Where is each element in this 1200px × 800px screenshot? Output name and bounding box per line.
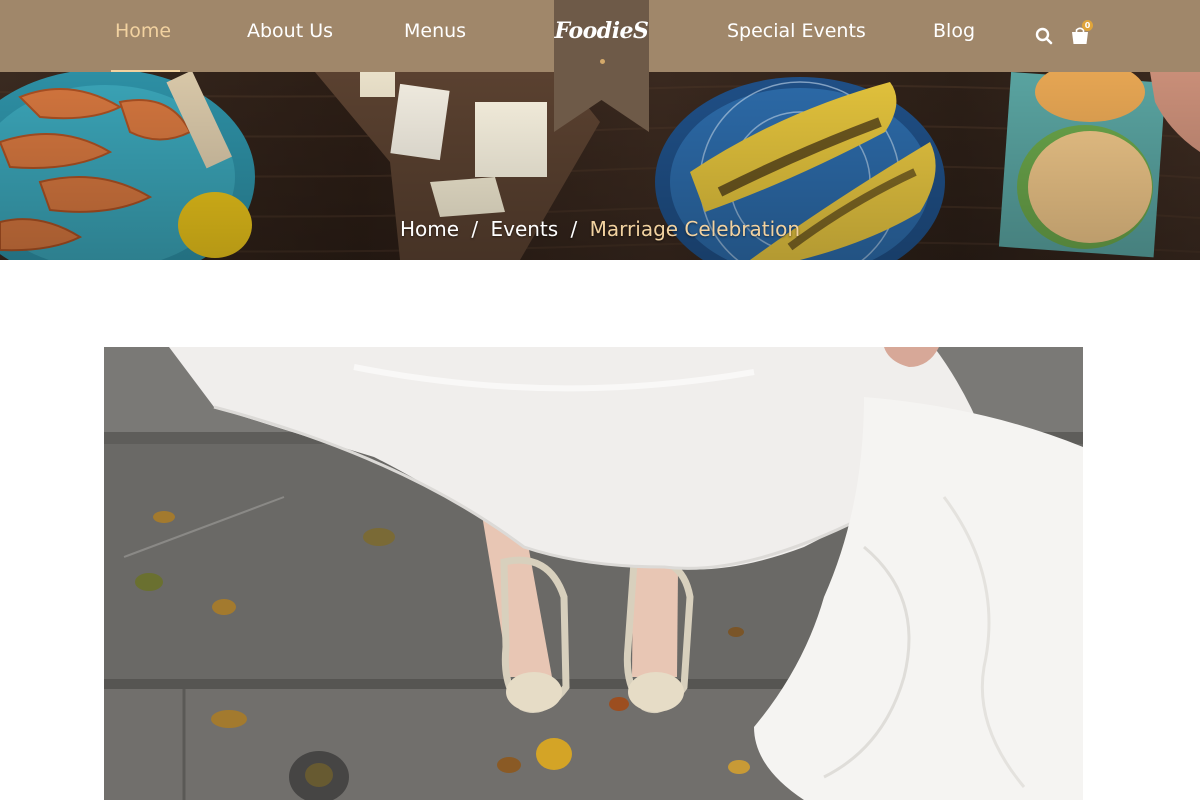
- logo[interactable]: FoodieS: [554, 0, 649, 132]
- search-icon[interactable]: [1035, 27, 1053, 45]
- nav-active-underline: [111, 70, 180, 72]
- breadcrumb-home-link[interactable]: Home: [400, 217, 459, 241]
- breadcrumb-events-link[interactable]: Events: [490, 217, 558, 241]
- nav-special-events[interactable]: Special Events: [727, 20, 866, 42]
- logo-text: FoodieS: [554, 18, 649, 44]
- cart-icon[interactable]: 0: [1070, 20, 1093, 46]
- breadcrumb-separator: /: [471, 217, 479, 241]
- logo-dot: [599, 59, 605, 64]
- nav-home[interactable]: Home: [115, 20, 171, 42]
- breadcrumb-current: Marriage Celebration: [589, 217, 801, 241]
- event-photo: [104, 347, 1083, 800]
- breadcrumb: Home / Events / Marriage Celebration: [0, 217, 1200, 241]
- nav-menus[interactable]: Menus: [404, 20, 466, 42]
- nav-blog[interactable]: Blog: [933, 20, 975, 42]
- cart-count-badge: 0: [1082, 20, 1093, 31]
- breadcrumb-separator: /: [570, 217, 578, 241]
- nav-about-us[interactable]: About Us: [247, 20, 333, 42]
